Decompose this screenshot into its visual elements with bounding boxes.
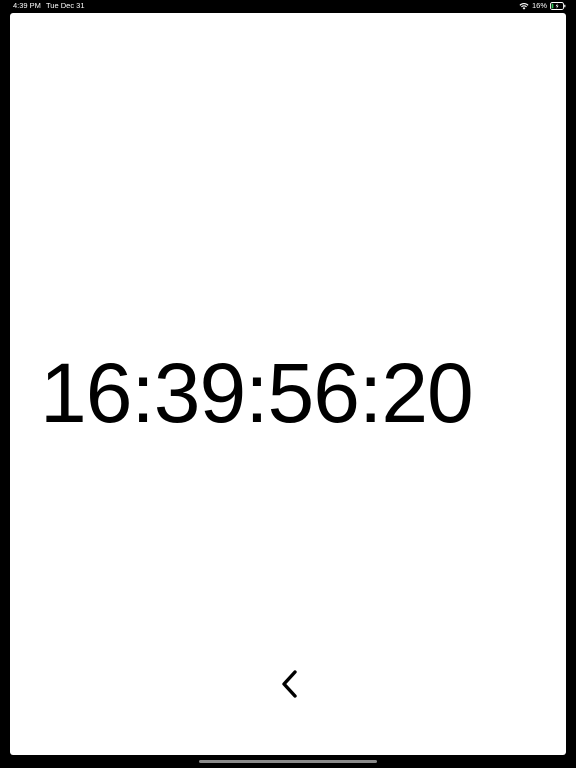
home-indicator[interactable] [199, 760, 377, 763]
status-indicators: 16% [519, 0, 566, 12]
clock-display: 16:39:56:20 [40, 346, 474, 440]
status-time: 4:39 PM [13, 1, 41, 10]
status-date: Tue Dec 31 [46, 1, 85, 10]
wifi-icon [519, 3, 529, 10]
battery-icon [550, 2, 566, 10]
status-bar: 4:39 PM Tue Dec 31 16% [0, 0, 576, 14]
battery-percent: 16% [531, 1, 547, 10]
clock-screen: 16:39:56:20 [10, 13, 566, 755]
chevron-left-icon [282, 670, 297, 698]
back-button[interactable] [278, 667, 302, 701]
